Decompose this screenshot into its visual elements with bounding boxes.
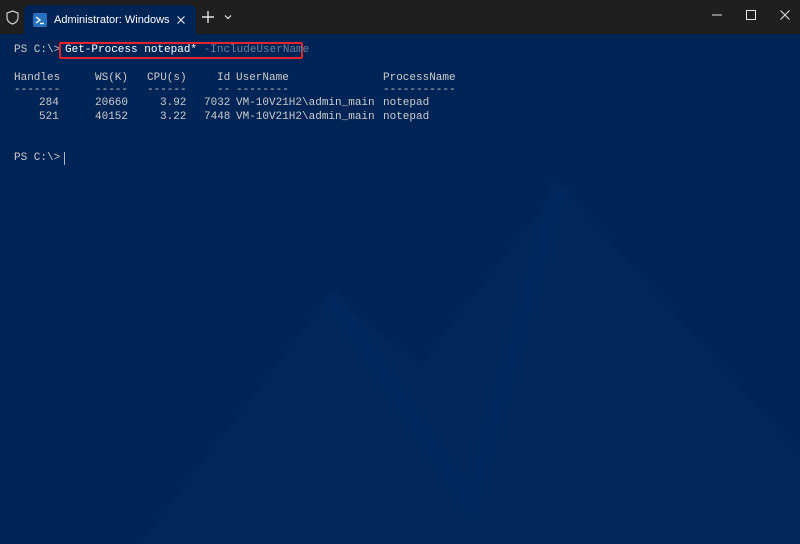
cell-cpu: 3.92	[160, 97, 187, 109]
command-line: Get-Process notepad* -IncludeUserName	[65, 44, 309, 57]
cell-ws: 40152	[95, 111, 129, 123]
cell-id: 7448	[204, 111, 231, 123]
terminal-window: Administrator: Windows PowerShell	[0, 0, 800, 544]
cell-processname: notepad	[383, 111, 430, 123]
tab-powershell[interactable]: Administrator: Windows PowerShell	[24, 5, 196, 34]
cell-ws: 20660	[95, 97, 129, 109]
maximize-icon	[746, 10, 756, 20]
terminal-output[interactable]: PS C:\> Get-Process notepad* -IncludeUse…	[0, 34, 800, 544]
chevron-down-icon[interactable]	[222, 11, 234, 23]
command-parameter: -IncludeUserName	[203, 44, 310, 56]
cell-handles: 521	[39, 111, 59, 123]
command: Get-Process notepad*	[65, 44, 198, 56]
close-window-button[interactable]	[762, 0, 800, 30]
shield-icon	[6, 10, 19, 25]
column-separator: --	[217, 84, 231, 96]
plus-icon[interactable]	[200, 9, 216, 25]
cell-id: 7032	[204, 97, 231, 109]
column-separator: -----------	[383, 84, 456, 96]
cell-username: VM-10V21H2\admin_main	[236, 97, 375, 109]
close-icon[interactable]	[174, 13, 188, 27]
tab-title: Administrator: Windows PowerShell	[54, 14, 172, 26]
powershell-icon	[33, 13, 47, 27]
minimize-icon	[712, 14, 722, 16]
cell-handles: 284	[39, 97, 59, 109]
cell-cpu: 3.22	[160, 111, 187, 123]
column-separator: -------	[14, 84, 61, 96]
column-separator: --------	[236, 84, 289, 96]
prompt: PS C:\>	[14, 44, 61, 56]
prompt: PS C:\>	[14, 152, 61, 164]
column-separator: ------	[147, 84, 187, 96]
close-icon	[780, 10, 790, 20]
cell-processname: notepad	[383, 97, 430, 109]
cell-username: VM-10V21H2\admin_main	[236, 111, 375, 123]
text-cursor	[64, 152, 65, 165]
title-bar: Administrator: Windows PowerShell	[0, 0, 800, 34]
column-separator: -----	[95, 84, 129, 96]
